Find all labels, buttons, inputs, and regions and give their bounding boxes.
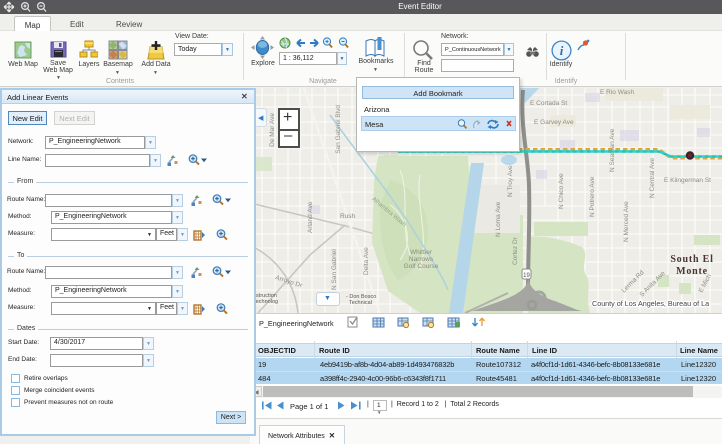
svg-text:County of Los Angeles, Bureau: County of Los Angeles, Bureau of La	[592, 299, 709, 308]
svg-text:N Potrero Ave: N Potrero Ave	[589, 176, 596, 217]
svg-text:N Troy Ave: N Troy Ave	[507, 165, 514, 197]
svg-text:Cortez Dr: Cortez Dr	[512, 236, 519, 265]
svg-text:De Mar Ave: De Mar Ave	[269, 113, 276, 147]
svg-text:E Cortada St: E Cortada St	[530, 100, 567, 107]
svg-text:N Chico Ave: N Chico Ave	[558, 173, 565, 209]
svg-text:Rush: Rush	[340, 213, 356, 220]
svg-text:Page 1 of 1: Page 1 of 1	[290, 402, 328, 411]
svg-text:19: 19	[523, 273, 530, 279]
svg-text:Monte: Monte	[676, 266, 708, 277]
svg-text:N Central Ave: N Central Ave	[649, 158, 656, 198]
svg-text:i: i	[560, 43, 564, 58]
svg-text:Technical: Technical	[349, 300, 372, 306]
svg-text:Narrows: Narrows	[409, 256, 434, 263]
svg-text:E Klingerman St: E Klingerman St	[664, 177, 711, 184]
svg-text:Golf Course: Golf Course	[404, 263, 439, 270]
svg-text:Delta Ave: Delta Ave	[363, 247, 370, 275]
svg-text:N Loma Ave: N Loma Ave	[495, 201, 502, 237]
svg-text:N San Gabriel: N San Gabriel	[331, 249, 338, 290]
svg-text:Technolog: Technolog	[253, 299, 278, 305]
svg-text:E Garvey Ave: E Garvey Ave	[534, 119, 574, 126]
svg-text:N Seaman Ave: N Seaman Ave	[609, 128, 616, 172]
svg-text:South El: South El	[670, 254, 713, 265]
svg-text:San Gabriel Blvd: San Gabriel Blvd	[335, 105, 342, 154]
svg-text:Arland Ave: Arland Ave	[307, 201, 314, 233]
svg-text:N Merced Ave: N Merced Ave	[623, 201, 630, 242]
svg-text:E Rio Wash: E Rio Wash	[600, 89, 634, 96]
svg-text:Whittier: Whittier	[410, 249, 433, 256]
